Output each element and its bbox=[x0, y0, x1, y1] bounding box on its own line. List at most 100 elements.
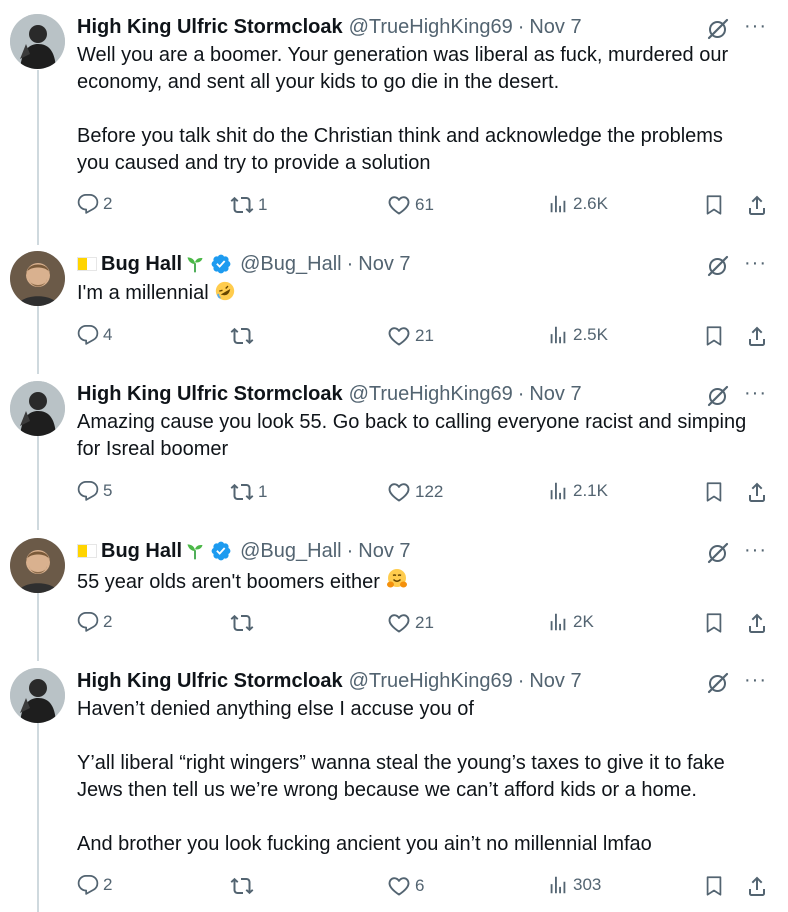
avatar[interactable] bbox=[10, 14, 65, 69]
share-button[interactable] bbox=[745, 874, 769, 898]
tweet-actions: 5 1 122 2.1K bbox=[77, 480, 777, 506]
like-button[interactable]: 6 bbox=[387, 874, 424, 898]
verified-badge-icon[interactable] bbox=[210, 253, 232, 275]
bookmark-button[interactable] bbox=[703, 480, 725, 504]
display-name[interactable]: Bug Hall bbox=[101, 538, 182, 564]
share-button[interactable] bbox=[745, 324, 769, 348]
tweet-actions: 2 1 61 2.6K bbox=[77, 193, 777, 219]
views-button[interactable]: 2.6K bbox=[547, 193, 608, 215]
user-handle[interactable]: @TrueHighKing69 bbox=[349, 14, 513, 40]
grok-icon[interactable] bbox=[706, 17, 730, 41]
reply-button[interactable]: 2 bbox=[77, 611, 112, 633]
repost-count: 1 bbox=[258, 195, 268, 214]
reply-icon bbox=[77, 480, 99, 502]
view-count: 2.6K bbox=[573, 194, 608, 213]
user-handle[interactable]: @TrueHighKing69 bbox=[349, 381, 513, 407]
reply-button[interactable]: 5 bbox=[77, 480, 112, 502]
display-name[interactable]: High King Ulfric Stormcloak bbox=[77, 14, 343, 40]
bookmark-button[interactable] bbox=[703, 611, 725, 635]
repost-button[interactable]: 1 bbox=[230, 480, 267, 504]
thread-line bbox=[37, 306, 39, 374]
tweet-text-line: And brother you look fucking ancient you… bbox=[77, 833, 652, 855]
like-button[interactable]: 21 bbox=[387, 324, 434, 348]
tweet-date[interactable]: Nov 7 bbox=[358, 251, 410, 277]
tweet-date[interactable]: Nov 7 bbox=[358, 538, 410, 564]
view-count: 2.5K bbox=[573, 325, 608, 344]
separator-dot: · bbox=[346, 540, 354, 562]
grok-icon[interactable] bbox=[706, 541, 730, 565]
user-handle[interactable]: @TrueHighKing69 bbox=[349, 668, 513, 694]
reply-count: 2 bbox=[103, 194, 113, 213]
repost-icon bbox=[230, 324, 254, 348]
bookmark-button[interactable] bbox=[703, 874, 725, 898]
bookmark-icon bbox=[703, 480, 725, 504]
display-name[interactable]: High King Ulfric Stormcloak bbox=[77, 381, 343, 407]
repost-button[interactable]: 1 bbox=[230, 193, 267, 217]
more-icon[interactable]: ··· bbox=[744, 15, 767, 38]
reply-count: 5 bbox=[103, 481, 113, 500]
view-count: 303 bbox=[573, 875, 602, 894]
avatar[interactable] bbox=[10, 251, 65, 306]
tweet-text: Haven’t denied anything else I accuse yo… bbox=[77, 696, 777, 858]
tweet-date[interactable]: Nov 7 bbox=[529, 381, 581, 407]
repost-button[interactable] bbox=[230, 874, 258, 898]
views-button[interactable]: 2.5K bbox=[547, 324, 608, 346]
display-name[interactable]: High King Ulfric Stormcloak bbox=[77, 668, 343, 694]
reply-button[interactable]: 2 bbox=[77, 193, 112, 215]
tweet-text-line: Haven’t denied anything else I accuse yo… bbox=[77, 698, 474, 720]
views-button[interactable]: 2K bbox=[547, 611, 594, 633]
share-icon bbox=[745, 611, 769, 635]
grok-icon[interactable] bbox=[706, 671, 730, 695]
view-count: 2.1K bbox=[573, 481, 608, 500]
like-count: 61 bbox=[415, 195, 434, 214]
sprout-icon bbox=[185, 254, 205, 274]
more-icon[interactable]: ··· bbox=[744, 382, 767, 405]
like-button[interactable]: 61 bbox=[387, 193, 434, 217]
views-button[interactable]: 2.1K bbox=[547, 480, 608, 502]
grok-icon[interactable] bbox=[706, 254, 730, 278]
more-icon[interactable]: ··· bbox=[744, 669, 767, 692]
share-button[interactable] bbox=[745, 193, 769, 217]
more-icon[interactable]: ··· bbox=[744, 252, 767, 275]
tweet-header: High King Ulfric Stormcloak @TrueHighKin… bbox=[77, 381, 582, 407]
tweet-text-line: Well you are a boomer. Your generation w… bbox=[77, 44, 729, 66]
display-name[interactable]: Bug Hall bbox=[101, 251, 182, 277]
tweet-text-line: economy, and sent all your kids to go di… bbox=[77, 71, 560, 93]
user-handle[interactable]: @Bug_Hall bbox=[240, 251, 341, 277]
view-count: 2K bbox=[573, 612, 594, 631]
like-icon bbox=[387, 480, 411, 504]
tweet-date[interactable]: Nov 7 bbox=[529, 668, 581, 694]
repost-button[interactable] bbox=[230, 611, 258, 635]
share-button[interactable] bbox=[745, 611, 769, 635]
avatar[interactable] bbox=[10, 668, 65, 723]
reply-icon bbox=[77, 193, 99, 215]
reply-count: 4 bbox=[103, 325, 113, 344]
tweet-text-content: I'm a millennial bbox=[77, 282, 209, 304]
like-button[interactable]: 122 bbox=[387, 480, 443, 504]
thread-line bbox=[37, 70, 39, 245]
share-icon bbox=[745, 193, 769, 217]
bookmark-button[interactable] bbox=[703, 193, 725, 217]
user-handle[interactable]: @Bug_Hall bbox=[240, 538, 341, 564]
like-button[interactable]: 21 bbox=[387, 611, 434, 635]
verified-badge-icon[interactable] bbox=[210, 540, 232, 562]
bookmark-button[interactable] bbox=[703, 324, 725, 348]
like-icon bbox=[387, 611, 411, 635]
share-button[interactable] bbox=[745, 480, 769, 504]
reply-button[interactable]: 4 bbox=[77, 324, 112, 346]
avatar[interactable] bbox=[10, 538, 65, 593]
thread-line bbox=[37, 722, 39, 912]
grok-icon[interactable] bbox=[706, 384, 730, 408]
flag-icon bbox=[77, 544, 97, 558]
tweet-text-line: you caused and try to provide a solution bbox=[77, 152, 431, 174]
avatar[interactable] bbox=[10, 381, 65, 436]
views-icon bbox=[547, 874, 569, 896]
tweet-text-line: I'm a millennial bbox=[77, 280, 777, 307]
views-button[interactable]: 303 bbox=[547, 874, 601, 896]
more-icon[interactable]: ··· bbox=[744, 539, 767, 562]
views-icon bbox=[547, 480, 569, 502]
reply-button[interactable]: 2 bbox=[77, 874, 112, 896]
tweet-text: Well you are a boomer. Your generation w… bbox=[77, 42, 777, 177]
repost-button[interactable] bbox=[230, 324, 258, 348]
tweet-date[interactable]: Nov 7 bbox=[529, 14, 581, 40]
